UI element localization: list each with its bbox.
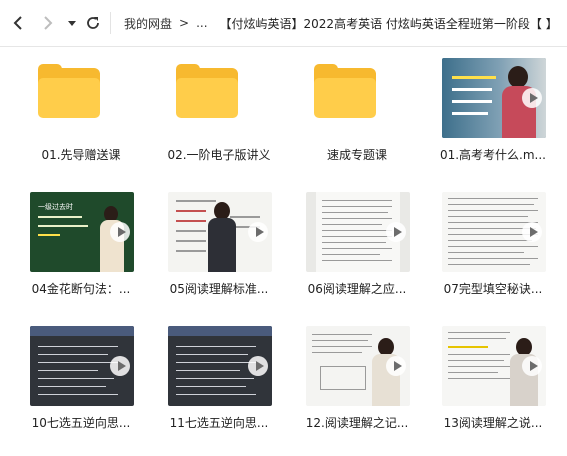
refresh-button[interactable] — [84, 12, 102, 34]
folder-icon — [176, 64, 238, 118]
folder-item[interactable]: 速成专题课 — [294, 46, 414, 166]
video-thumbnail — [168, 326, 272, 406]
video-thumbnail — [30, 326, 134, 406]
video-item[interactable]: 12.阅读理解之记... — [294, 314, 414, 434]
item-label: 02.一阶电子版讲义 — [167, 148, 271, 162]
video-item[interactable]: 一级过去时 04金花断句法：... — [18, 180, 138, 300]
video-thumbnail — [168, 192, 272, 272]
breadcrumb-separator: > — [179, 16, 190, 30]
video-thumbnail — [306, 192, 410, 272]
video-thumbnail: 一级过去时 — [30, 192, 134, 272]
breadcrumb-current: 【付炫屿英语】2022高考英语 付炫屿英语全程班第一阶段【 】 — [219, 16, 558, 31]
folder-icon — [38, 64, 100, 118]
video-item[interactable]: 10七选五逆向思... — [18, 314, 138, 434]
item-label: 13阅读理解之说... — [443, 416, 543, 430]
video-thumbnail — [442, 326, 546, 406]
item-label: 11七选五逆向思... — [169, 416, 269, 430]
video-thumbnail — [442, 192, 546, 272]
play-icon — [248, 356, 268, 376]
video-thumbnail — [306, 326, 410, 406]
folder-icon — [314, 64, 376, 118]
video-item[interactable]: 01.高考考什么.m... — [430, 46, 550, 166]
video-item[interactable]: 07完型填空秘诀... — [430, 180, 550, 300]
play-icon — [522, 222, 542, 242]
history-dropdown-button[interactable] — [63, 12, 81, 34]
toolbar-divider — [110, 12, 111, 34]
chevron-right-icon — [44, 16, 53, 30]
item-label: 07完型填空秘诀... — [443, 282, 543, 296]
breadcrumb-ellipsis[interactable]: ... — [196, 16, 207, 30]
play-icon — [110, 356, 130, 376]
video-item[interactable]: 06阅读理解之应... — [294, 180, 414, 300]
video-item[interactable]: 05阅读理解标准... — [156, 180, 276, 300]
forward-button[interactable] — [39, 12, 57, 34]
folder-item[interactable]: 01.先导赠送课 — [18, 46, 138, 166]
item-label: 10七选五逆向思... — [31, 416, 131, 430]
play-icon — [522, 88, 542, 108]
play-icon — [110, 222, 130, 242]
refresh-icon — [87, 17, 99, 29]
breadcrumb: 我的网盘 > ... 【付炫屿英语】2022高考英语 付炫屿英语全程班第一阶段【… — [124, 14, 567, 32]
video-thumbnail — [442, 58, 546, 138]
play-icon — [386, 222, 406, 242]
item-label: 04金花断句法：... — [31, 282, 131, 296]
back-button[interactable] — [9, 12, 27, 34]
item-label: 05阅读理解标准... — [169, 282, 269, 296]
play-icon — [248, 222, 268, 242]
chevron-left-icon — [13, 16, 22, 30]
item-label: 12.阅读理解之记... — [305, 416, 409, 430]
play-icon — [522, 356, 542, 376]
top-navigation-bar: 我的网盘 > ... 【付炫屿英语】2022高考英语 付炫屿英语全程班第一阶段【… — [0, 0, 567, 47]
file-grid: 01.先导赠送课 02.一阶电子版讲义 速成专题课 01.高考考什么.m... … — [0, 46, 567, 456]
video-item[interactable]: 13阅读理解之说... — [430, 314, 550, 434]
breadcrumb-root[interactable]: 我的网盘 — [124, 15, 172, 32]
video-item[interactable]: 11七选五逆向思... — [156, 314, 276, 434]
item-label: 速成专题课 — [326, 148, 387, 162]
item-label: 06阅读理解之应... — [307, 282, 407, 296]
play-icon — [386, 356, 406, 376]
dropdown-triangle-icon — [68, 21, 76, 26]
folder-item[interactable]: 02.一阶电子版讲义 — [156, 46, 276, 166]
item-label: 01.高考考什么.m... — [439, 148, 547, 162]
item-label: 01.先导赠送课 — [41, 148, 121, 162]
thumbnail-title: 一级过去时 — [38, 203, 73, 211]
